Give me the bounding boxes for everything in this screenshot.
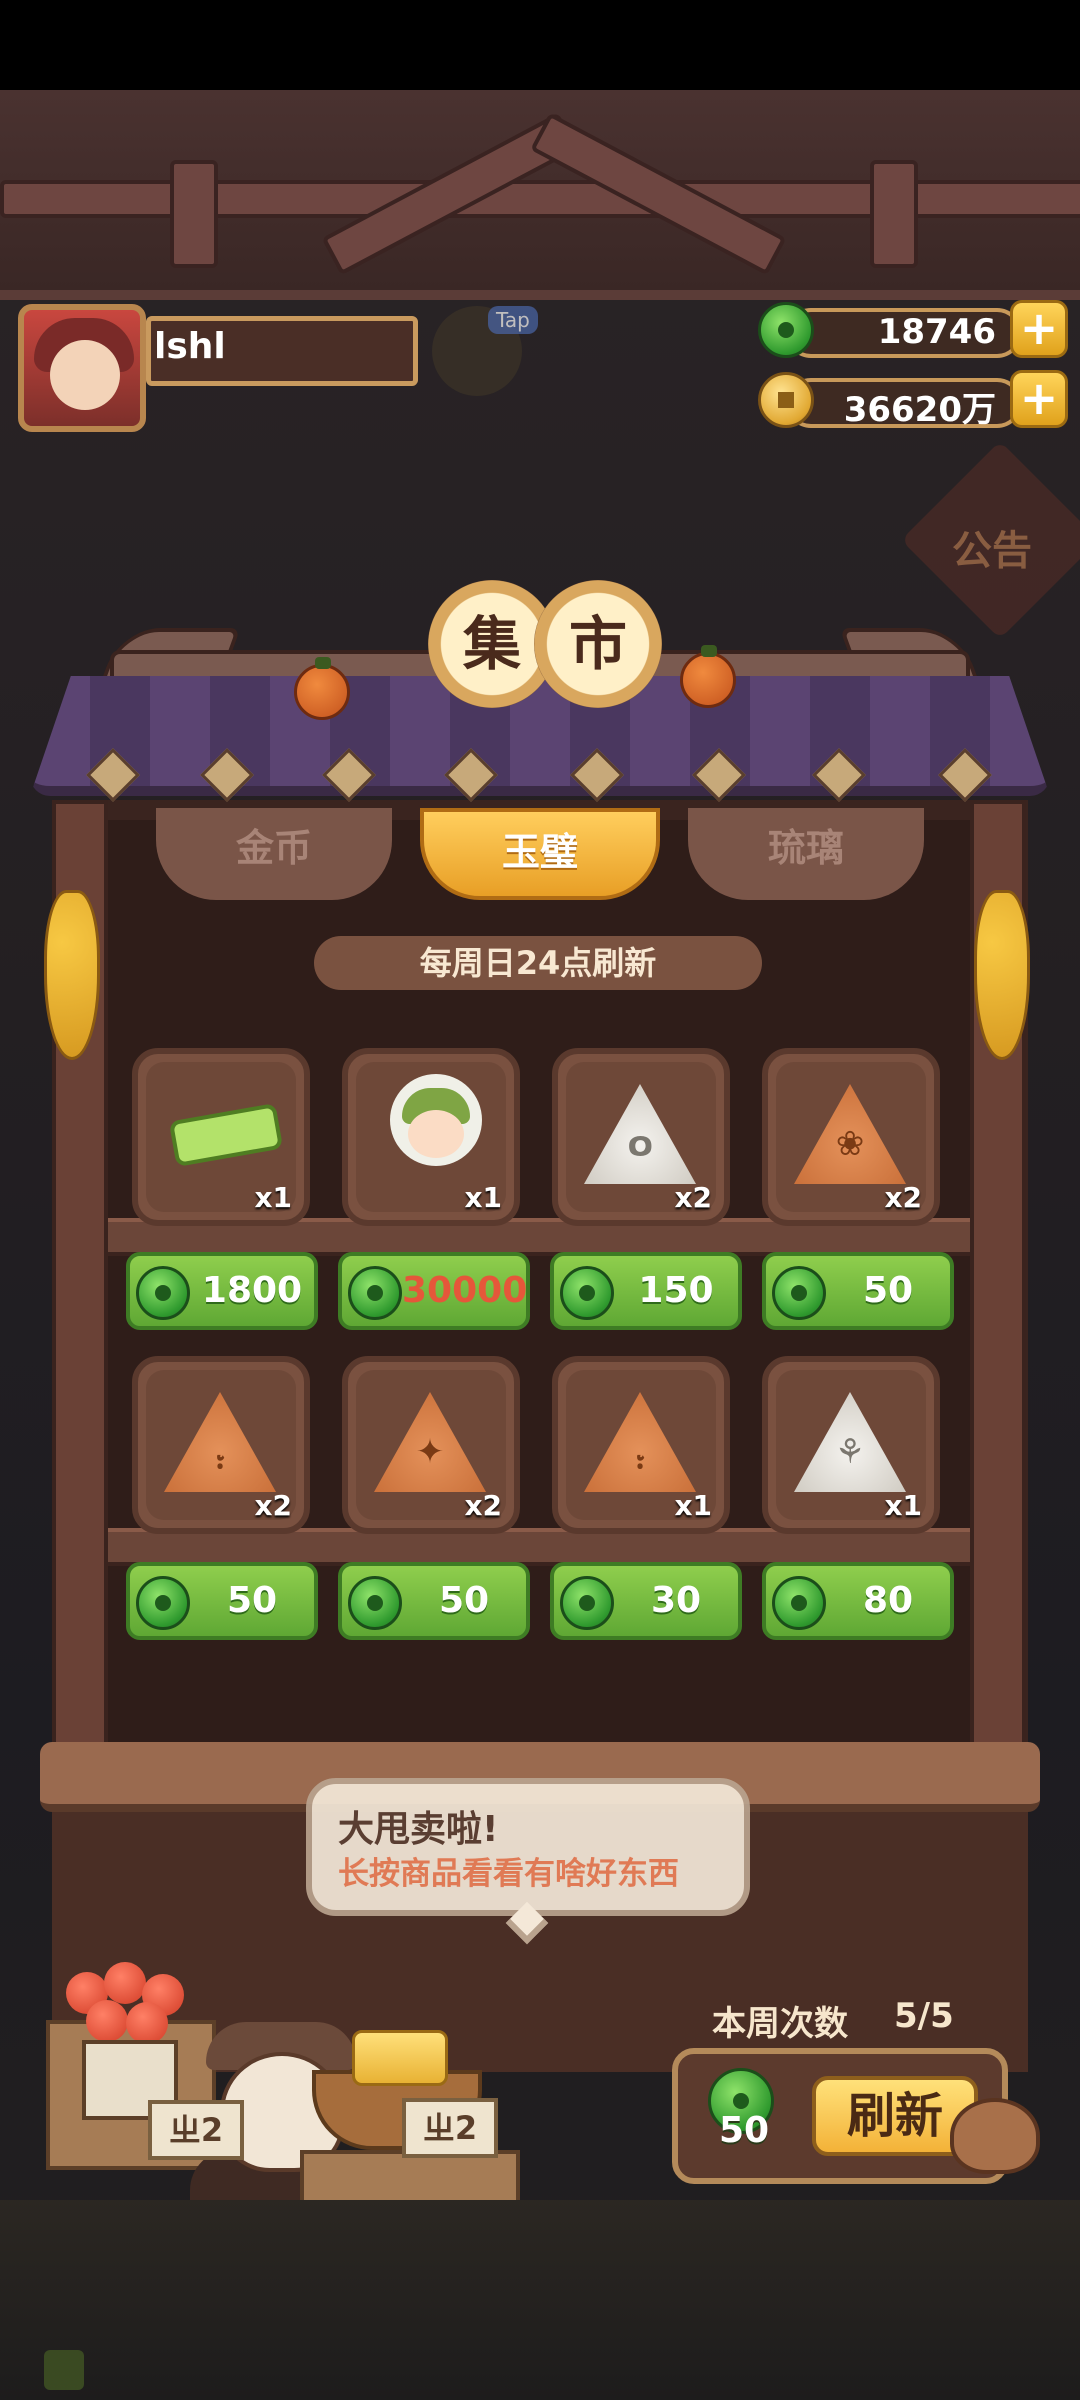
jade-coin-icon	[136, 1576, 190, 1630]
item-quantity: x1	[464, 1181, 502, 1214]
shop-item[interactable]: ໐ x2	[552, 1048, 730, 1226]
rafter-post	[870, 160, 918, 268]
jade-coin-icon	[560, 1266, 614, 1320]
item-quantity: x2	[674, 1181, 712, 1214]
buy-price-button[interactable]: 30000	[338, 1252, 530, 1330]
tap-badge: Tap	[488, 306, 538, 334]
refresh-schedule-note: 每周日24点刷新	[314, 936, 762, 990]
item-quantity: x2	[464, 1489, 502, 1522]
status-bar	[0, 0, 1080, 90]
item-price: 80	[862, 1580, 914, 1621]
player-avatar[interactable]	[18, 304, 146, 432]
item-price: 30000	[402, 1270, 528, 1311]
item-quantity: x2	[254, 1489, 292, 1522]
shop-item[interactable]: ✦ x2	[342, 1356, 520, 1534]
item-price: 50	[226, 1580, 278, 1621]
pet-mascot-icon	[950, 2098, 1040, 2174]
item-quantity: x1	[674, 1489, 712, 1522]
shop-item[interactable]: x1	[342, 1048, 520, 1226]
tab-jade[interactable]: 玉璧	[420, 808, 660, 900]
shop-title-char: 市	[534, 580, 662, 708]
player-name: lshl	[154, 326, 226, 367]
corn-decoration-icon	[44, 890, 100, 1060]
weekly-refresh-label: 本周次数	[712, 2004, 848, 2044]
buy-price-button[interactable]: 150	[550, 1252, 742, 1330]
add-jade-button[interactable]: +	[1010, 300, 1068, 358]
buy-price-button[interactable]: 50	[762, 1252, 954, 1330]
stall-price-tag: ㄓ2	[402, 2098, 498, 2158]
item-quantity: x2	[884, 1181, 922, 1214]
buy-price-button[interactable]: 50	[338, 1562, 530, 1640]
jade-coin-icon	[772, 1266, 826, 1320]
roof-tiles	[30, 676, 1050, 796]
jade-coin-icon	[136, 1266, 190, 1320]
jade-coin-icon	[772, 1576, 826, 1630]
corn-decoration-icon	[974, 890, 1030, 1060]
jade-currency-value: 18746	[877, 312, 996, 352]
tofu-icon	[352, 2030, 448, 2086]
shop-item[interactable]: ⹎ x2	[132, 1356, 310, 1534]
rafter-post	[170, 160, 218, 268]
tab-gold-coin[interactable]: 金币	[156, 808, 392, 900]
jade-coin-icon	[758, 302, 814, 358]
item-price: 50	[438, 1580, 490, 1621]
buy-price-button[interactable]: 50	[126, 1562, 318, 1640]
persimmon-icon	[294, 657, 350, 720]
persimmon-icon	[680, 645, 736, 708]
shop-item[interactable]: ❀ x2	[762, 1048, 940, 1226]
jade-coin-icon	[348, 1266, 402, 1320]
floor	[0, 2200, 1080, 2400]
stall-price-tag: ㄓ2	[148, 2100, 244, 2160]
shop-item[interactable]: ⹎ x1	[552, 1356, 730, 1534]
tomato-icon	[86, 2000, 128, 2042]
tab-glaze[interactable]: 琉璃	[688, 808, 924, 900]
item-quantity: x1	[254, 1181, 292, 1214]
rafter-beam	[0, 180, 1080, 218]
tomato-icon	[104, 1962, 146, 2004]
notice-label: 公告	[952, 528, 1032, 574]
gold-currency-value: 36620万	[843, 390, 996, 430]
buy-price-button[interactable]: 30	[550, 1562, 742, 1640]
corner-menu-icon[interactable]	[44, 2350, 84, 2390]
speech-subtitle: 长按商品看看有啥好东西	[338, 1856, 679, 1892]
item-price: 150	[638, 1270, 714, 1311]
buy-price-button[interactable]: 1800	[126, 1252, 318, 1330]
tomato-icon	[126, 2002, 168, 2044]
gold-coin-icon	[758, 372, 814, 428]
weekly-refresh-count: 5/5	[894, 1996, 954, 2036]
jade-coin-icon	[560, 1576, 614, 1630]
jade-coin-icon	[348, 1576, 402, 1630]
speech-title: 大甩卖啦!	[338, 1809, 499, 1850]
item-quantity: x1	[884, 1489, 922, 1522]
buy-price-button[interactable]: 80	[762, 1562, 954, 1640]
add-gold-button[interactable]: +	[1010, 370, 1068, 428]
refresh-cost: 50	[718, 2110, 770, 2151]
item-price: 1800	[201, 1270, 303, 1311]
avatar-face	[50, 340, 120, 410]
shop-item[interactable]: x1	[132, 1048, 310, 1226]
item-price: 30	[650, 1580, 702, 1621]
shop-item[interactable]: ⚘ x1	[762, 1356, 940, 1534]
item-price: 50	[862, 1270, 914, 1311]
